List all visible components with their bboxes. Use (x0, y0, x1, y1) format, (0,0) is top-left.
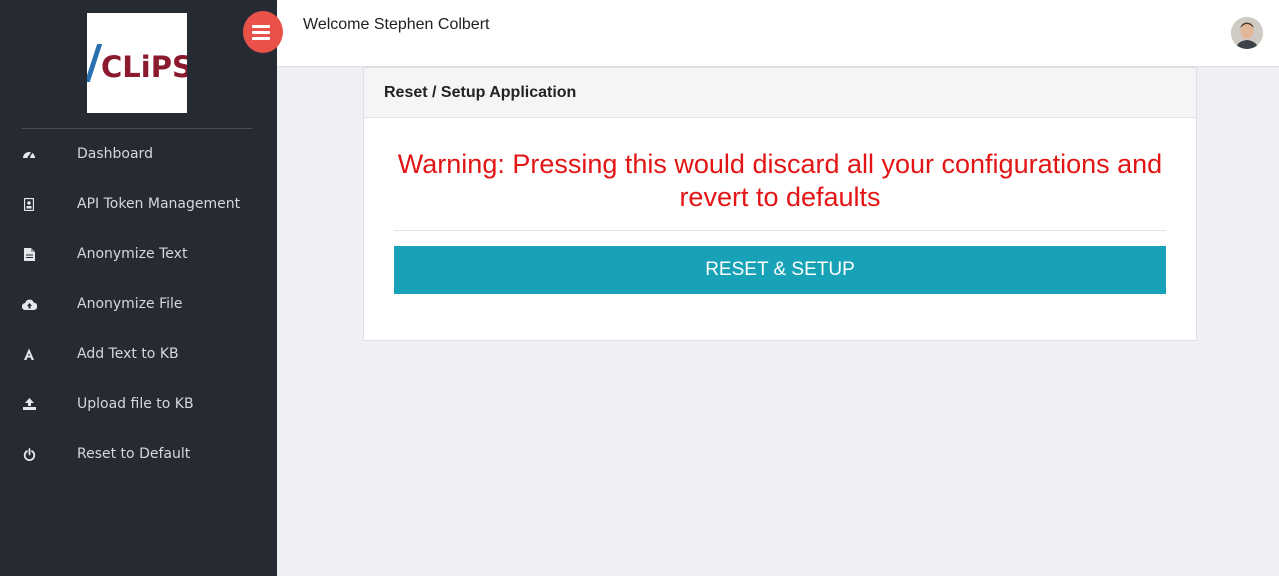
sidebar-item-add-text-to-kb[interactable]: Add Text to KB (0, 329, 277, 379)
sidebar-item-anonymize-file[interactable]: Anonymize File (0, 279, 277, 329)
sidebar-item-dashboard[interactable]: Dashboard (0, 129, 277, 179)
reset-setup-button[interactable]: RESET & SETUP (394, 246, 1166, 294)
cloud-upload-icon (21, 296, 37, 312)
logo-text: CLiPS (101, 50, 187, 84)
dashboard-gauge-icon (21, 146, 37, 162)
sidebar-item-label: Anonymize Text (77, 246, 188, 262)
upload-icon (21, 396, 37, 412)
sidebar-item-label: Dashboard (77, 146, 153, 162)
sidebar-item-api-token-management[interactable]: API Token Management (0, 179, 277, 229)
user-avatar[interactable] (1231, 17, 1263, 49)
clips-logo[interactable]: CLiPS (87, 13, 187, 113)
power-icon (21, 446, 37, 462)
logo-slash-mark (87, 44, 103, 82)
warning-message: Warning: Pressing this would discard all… (397, 149, 1163, 212)
card-divider (394, 230, 1166, 231)
font-a-icon (21, 346, 37, 362)
card-title: Reset / Setup Application (384, 84, 577, 101)
sidebar-item-anonymize-text[interactable]: Anonymize Text (0, 229, 277, 279)
card-header: Reset / Setup Application (364, 68, 1196, 118)
sidebar-item-upload-file-to-kb[interactable]: Upload file to KB (0, 379, 277, 429)
sidebar: CLiPS Dashboard API Token Management Ano… (0, 0, 277, 576)
sidebar-item-label: Anonymize File (77, 296, 183, 312)
user-avatar-icon (1231, 17, 1263, 49)
menu-toggle-button[interactable] (243, 11, 283, 53)
menu-icon (252, 25, 270, 40)
sidebar-item-label: Upload file to KB (77, 396, 194, 412)
id-badge-icon (21, 196, 37, 212)
welcome-text: Welcome Stephen Colbert (303, 16, 490, 33)
sidebar-item-label: Reset to Default (77, 446, 191, 462)
sidebar-item-label: API Token Management (77, 196, 241, 212)
file-text-icon (21, 246, 37, 262)
sidebar-item-label: Add Text to KB (77, 346, 179, 362)
reset-setup-card: Reset / Setup Application Warning: Press… (363, 67, 1197, 341)
sidebar-item-reset-to-default[interactable]: Reset to Default (0, 429, 277, 479)
